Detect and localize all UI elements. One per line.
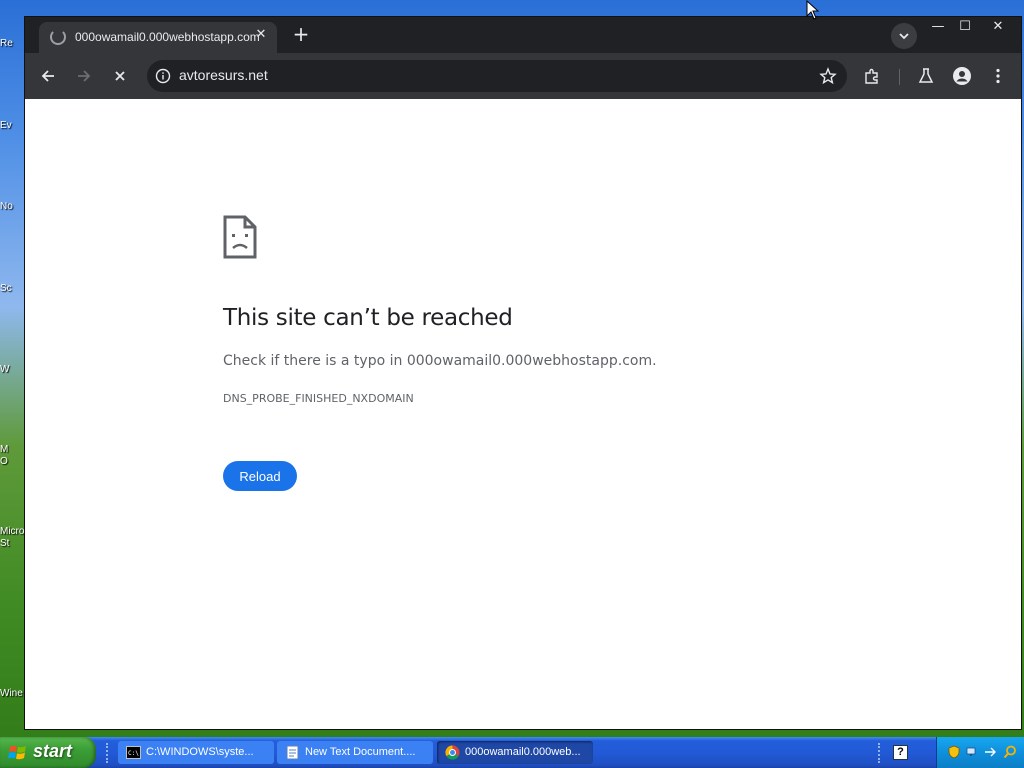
extensions-button[interactable] bbox=[859, 63, 885, 89]
arrow-right-icon bbox=[78, 70, 91, 82]
error-title: This site can’t be reached bbox=[223, 305, 513, 331]
maximize-button[interactable]: ☐ bbox=[950, 17, 980, 37]
close-window-button[interactable]: ✕ bbox=[983, 17, 1013, 37]
labs-button[interactable] bbox=[913, 63, 939, 89]
tab-search-button[interactable] bbox=[891, 23, 917, 49]
notepad-icon bbox=[286, 745, 299, 760]
toolbar-divider bbox=[899, 69, 900, 85]
desktop-icon-label[interactable]: Wine bbox=[0, 688, 26, 699]
windows-logo-icon bbox=[8, 745, 26, 760]
tab-title: 000owamail0.000webhostapp.com bbox=[75, 30, 260, 44]
taskbar-item-notepad[interactable]: New Text Document.... bbox=[277, 741, 433, 764]
flask-icon bbox=[918, 68, 934, 83]
star-icon[interactable] bbox=[819, 67, 837, 85]
info-icon[interactable] bbox=[155, 68, 171, 84]
desktop-icon-label[interactable]: No bbox=[0, 201, 26, 212]
chevron-down-icon bbox=[899, 33, 909, 40]
error-message: Check if there is a typo in 000owamail0.… bbox=[223, 353, 657, 369]
new-tab-button[interactable]: + bbox=[289, 22, 313, 46]
help-icon[interactable]: ? bbox=[893, 745, 908, 760]
forward-button[interactable] bbox=[71, 63, 97, 89]
profile-button[interactable] bbox=[949, 63, 975, 89]
system-tray bbox=[936, 737, 1024, 768]
desktop-icon-label[interactable]: Micro St bbox=[0, 526, 26, 550]
tab-close-icon[interactable]: ✕ bbox=[253, 27, 269, 42]
stop-loading-button[interactable] bbox=[107, 63, 133, 89]
browser-window: 000owamail0.000webhostapp.com ✕ + — ☐ ✕ bbox=[24, 16, 1022, 730]
desktop-icon-label[interactable]: W bbox=[0, 364, 26, 375]
puzzle-icon bbox=[865, 68, 878, 84]
url-text: avtoresurs.net bbox=[179, 67, 268, 83]
more-vertical-icon bbox=[996, 68, 1000, 84]
cmd-icon: C:\ bbox=[126, 746, 141, 759]
taskbar-grip bbox=[106, 743, 111, 763]
taskbar-item-cmd[interactable]: C:\ C:\WINDOWS\syste... bbox=[118, 741, 274, 764]
start-label: start bbox=[33, 741, 73, 761]
minimize-button[interactable]: — bbox=[923, 17, 953, 37]
loading-spinner-icon bbox=[50, 29, 66, 45]
desktop-icon-label[interactable]: Sc bbox=[0, 283, 26, 294]
taskbar-item-label: 000owamail0.000web... bbox=[465, 746, 581, 758]
arrow-icon[interactable] bbox=[983, 745, 997, 759]
tab-strip: 000owamail0.000webhostapp.com ✕ + — ☐ ✕ bbox=[25, 17, 1021, 53]
arrow-left-icon bbox=[41, 70, 54, 82]
desktop-icon-label[interactable]: Re bbox=[0, 38, 26, 49]
reload-button[interactable]: Reload bbox=[223, 461, 297, 491]
chrome-icon bbox=[445, 745, 460, 760]
address-bar[interactable]: avtoresurs.net bbox=[147, 60, 847, 92]
search-icon[interactable] bbox=[1003, 745, 1017, 759]
close-icon bbox=[115, 71, 125, 81]
mouse-cursor-icon bbox=[806, 0, 820, 20]
back-button[interactable] bbox=[35, 63, 61, 89]
network-icon[interactable] bbox=[965, 745, 979, 759]
taskbar-item-label: C:\WINDOWS\syste... bbox=[146, 746, 254, 758]
desktop-icons: Re Ev No Sc W M O Micro St Wine bbox=[0, 0, 26, 735]
taskbar-grip bbox=[878, 743, 883, 763]
tab-active[interactable]: 000owamail0.000webhostapp.com ✕ bbox=[39, 22, 277, 53]
start-button[interactable]: start bbox=[0, 737, 96, 768]
browser-toolbar: avtoresurs.net bbox=[25, 53, 1021, 99]
security-shield-icon[interactable] bbox=[947, 745, 961, 759]
page-content: This site can’t be reached Check if ther… bbox=[25, 99, 1021, 729]
sad-page-icon bbox=[223, 215, 257, 259]
avatar-icon bbox=[953, 67, 971, 85]
desktop-icon-label[interactable]: Ev bbox=[0, 120, 26, 131]
error-code: DNS_PROBE_FINISHED_NXDOMAIN bbox=[223, 392, 414, 405]
menu-button[interactable] bbox=[985, 63, 1011, 89]
desktop-icon-label[interactable]: M O bbox=[0, 444, 26, 468]
taskbar: start C:\ C:\WINDOWS\syste... New Text D… bbox=[0, 737, 1024, 768]
taskbar-item-label: New Text Document.... bbox=[305, 746, 416, 758]
svg-text:C:\: C:\ bbox=[128, 750, 139, 757]
taskbar-item-chrome[interactable]: 000owamail0.000web... bbox=[437, 741, 593, 764]
